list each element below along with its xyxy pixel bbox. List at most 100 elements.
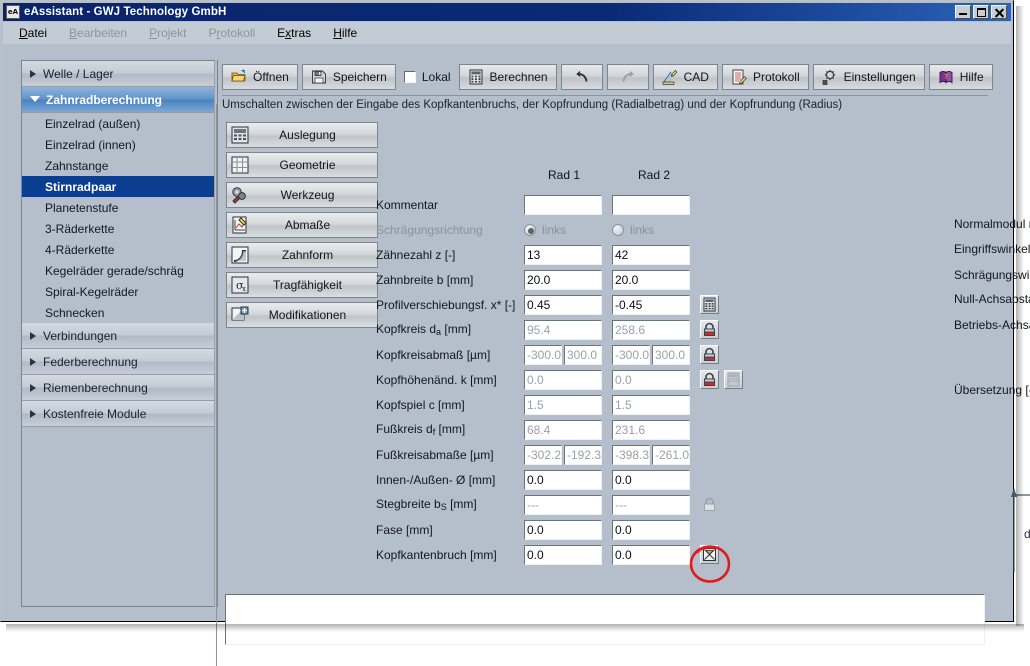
module-tree[interactable]: Welle / Lager Zahnradberechnung Einzelrad … xyxy=(21,60,215,607)
field-rad1-z-hnezahl-z[interactable]: 13 xyxy=(524,245,602,265)
lock-closed-icon xyxy=(702,322,717,337)
field-rad1-kopfkreis-d[interactable]: 95.4 xyxy=(524,320,602,340)
local-checkbox[interactable]: Lokal xyxy=(400,64,455,90)
tree-leaf-4[interactable]: Zahnstange xyxy=(22,155,214,176)
save-label: Speichern xyxy=(333,70,387,84)
form-row-2: Zähnezahl z [-]1342 xyxy=(376,242,700,267)
nav-button-abma-e[interactable]: Abmaße xyxy=(226,212,378,238)
field-rad2-kommentar[interactable] xyxy=(612,195,690,215)
lock-button[interactable] xyxy=(700,345,719,364)
open-button[interactable]: Öffnen xyxy=(222,64,298,90)
tree-group-1[interactable]: Zahnradberechnung xyxy=(22,87,214,113)
undo-button[interactable] xyxy=(561,64,603,90)
tree-leaf-2[interactable]: Einzelrad (außen) xyxy=(22,113,214,134)
helix-direction-radio-rad2[interactable]: links xyxy=(612,223,690,237)
tree-leaf-3[interactable]: Einzelrad (innen) xyxy=(22,134,214,155)
field-rad1-kommentar[interactable] xyxy=(524,195,602,215)
nav-button-geometrie[interactable]: Geometrie xyxy=(226,152,378,178)
menu-extras[interactable]: Extras xyxy=(277,26,311,40)
field-rad1-fu-kreis-d[interactable]: 68.4 xyxy=(524,420,602,440)
field-rad2b[interactable]: -261.0 xyxy=(652,445,690,465)
tree-leaf-11[interactable]: Schnecken xyxy=(22,302,214,323)
close-button[interactable] xyxy=(991,5,1007,19)
tree-group-0[interactable]: Welle / Lager xyxy=(22,61,214,87)
nav-button-auslegung[interactable]: Auslegung xyxy=(226,122,378,148)
tree-leaf-10[interactable]: Spiral-Kegelräder xyxy=(22,281,214,302)
toolbar: Öffnen Speichern Lokal xyxy=(222,61,990,92)
field-rad1-profilverschiebungsf-x[interactable]: 0.45 xyxy=(524,295,602,315)
field-rad2-kopfh-hen-nd-k-mm[interactable]: 0.0 xyxy=(612,370,690,390)
field-rad2-zahnbreite-b-mm[interactable]: 20.0 xyxy=(612,270,690,290)
field-rad1a[interactable]: -302.2 xyxy=(524,445,562,465)
field-rad1a[interactable]: -300.0 xyxy=(524,345,562,365)
field-rad2a[interactable]: -398.3 xyxy=(612,445,650,465)
calculate-button[interactable]: Berechnen xyxy=(459,64,557,90)
radio-button[interactable] xyxy=(612,224,624,236)
tree-group-15[interactable]: Kostenfreie Module xyxy=(22,401,214,427)
field-rad2-z-hnezahl-z[interactable]: 42 xyxy=(612,245,690,265)
field-rad1-kopfspiel-c-mm[interactable]: 1.5 xyxy=(524,395,602,415)
nav-button-modifikationen[interactable]: Modifikationen xyxy=(226,302,378,328)
tree-group-12[interactable]: Verbindungen xyxy=(22,323,214,349)
field-rad1b[interactable]: 300.0 xyxy=(564,345,602,365)
tree-leaf-6[interactable]: Planetenstufe xyxy=(22,197,214,218)
chamfer-toggle-icon xyxy=(702,547,717,562)
menu-bearbeiten[interactable]: Bearbeiten xyxy=(69,26,127,40)
settings-button[interactable]: Einstellungen xyxy=(813,64,925,90)
field-rad1-zahnbreite-b-mm[interactable]: 20.0 xyxy=(524,270,602,290)
field-rad2-kopfkreis-d[interactable]: 258.6 xyxy=(612,320,690,340)
save-button[interactable]: Speichern xyxy=(302,64,396,90)
message-output-box[interactable] xyxy=(225,594,985,645)
tree-leaf-8[interactable]: 4-Räderkette xyxy=(22,239,214,260)
redo-button[interactable] xyxy=(607,64,649,90)
grid-icon xyxy=(230,155,250,175)
tree-leaf-7[interactable]: 3-Räderkette xyxy=(22,218,214,239)
field-rad2-fase-mm[interactable]: 0.0 xyxy=(612,520,690,540)
field-rad2-kopfspiel-c-mm[interactable]: 1.5 xyxy=(612,395,690,415)
cad-button[interactable]: CAD xyxy=(653,64,718,90)
tree-group-14[interactable]: Riemenberechnung xyxy=(22,375,214,401)
tree-leaf-9[interactable]: Kegelräder gerade/schräg xyxy=(22,260,214,281)
nav-button-tragf-higkeit[interactable]: σxTragfähigkeit xyxy=(226,272,378,298)
calculator-button[interactable] xyxy=(700,295,719,314)
help-button[interactable]: ? Hilfe xyxy=(929,64,993,90)
content-panel: Öffnen Speichern Lokal xyxy=(217,60,993,607)
field-rad1-kopfkantenbruch-mm[interactable]: 0.0 xyxy=(524,545,602,565)
tree-group-13[interactable]: Federberechnung xyxy=(22,349,214,375)
kopfkantenbruch-toggle-button[interactable] xyxy=(700,545,719,564)
maximize-button[interactable] xyxy=(973,5,989,19)
menu-protokoll[interactable]: Protokoll xyxy=(208,26,255,40)
helix-direction-radio-rad1[interactable]: links xyxy=(524,223,602,237)
nav-button-zahnform[interactable]: Zahnform xyxy=(226,242,378,268)
nav-button-werkzeug[interactable]: Werkzeug xyxy=(226,182,378,208)
lock-button[interactable] xyxy=(700,320,719,339)
field-rad2-fu-kreis-d[interactable]: 231.6 xyxy=(612,420,690,440)
field-rad1-innen-au-en-mm[interactable]: 0.0 xyxy=(524,470,602,490)
menu-datei[interactable]: Datei xyxy=(19,26,47,40)
menu-projekt[interactable]: Projekt xyxy=(149,26,186,40)
field-rad2-profilverschiebungsf-x[interactable]: -0.45 xyxy=(612,295,690,315)
protocol-button[interactable]: Protokoll xyxy=(722,64,809,90)
minimize-button[interactable] xyxy=(955,5,971,19)
tree-item-label: Zahnradberechnung xyxy=(46,93,162,107)
local-label: Lokal xyxy=(422,70,451,84)
field-rad2-kopfkantenbruch-mm[interactable]: 0.0 xyxy=(612,545,690,565)
field-rad1b[interactable]: -192.3 xyxy=(564,445,602,465)
menu-hilfe[interactable]: Hilfe xyxy=(333,26,357,40)
menu-bar: Datei Bearbeiten Projekt Protokoll Extra… xyxy=(3,22,1011,44)
field-rad1-stegbreite-b[interactable]: --- xyxy=(524,495,602,515)
field-rad1-kopfh-hen-nd-k-mm[interactable]: 0.0 xyxy=(524,370,602,390)
chevron-right-icon xyxy=(30,358,36,366)
checkbox-box[interactable] xyxy=(404,71,416,83)
svg-text:?: ? xyxy=(944,73,948,81)
radio-button[interactable] xyxy=(524,224,536,236)
lock-closed-icon xyxy=(702,372,717,387)
form-row-4: Profilverschiebungsf. x* [-]0.45-0.45 xyxy=(376,292,719,317)
field-rad2-innen-au-en-mm[interactable]: 0.0 xyxy=(612,470,690,490)
field-rad2-stegbreite-b[interactable]: --- xyxy=(612,495,690,515)
tree-leaf-5[interactable]: Stirnradpaar xyxy=(22,176,214,197)
field-rad1-fase-mm[interactable]: 0.0 xyxy=(524,520,602,540)
field-rad2a[interactable]: -300.0 xyxy=(612,345,650,365)
field-rad2b[interactable]: 300.0 xyxy=(652,345,690,365)
lock-button[interactable] xyxy=(700,370,719,389)
